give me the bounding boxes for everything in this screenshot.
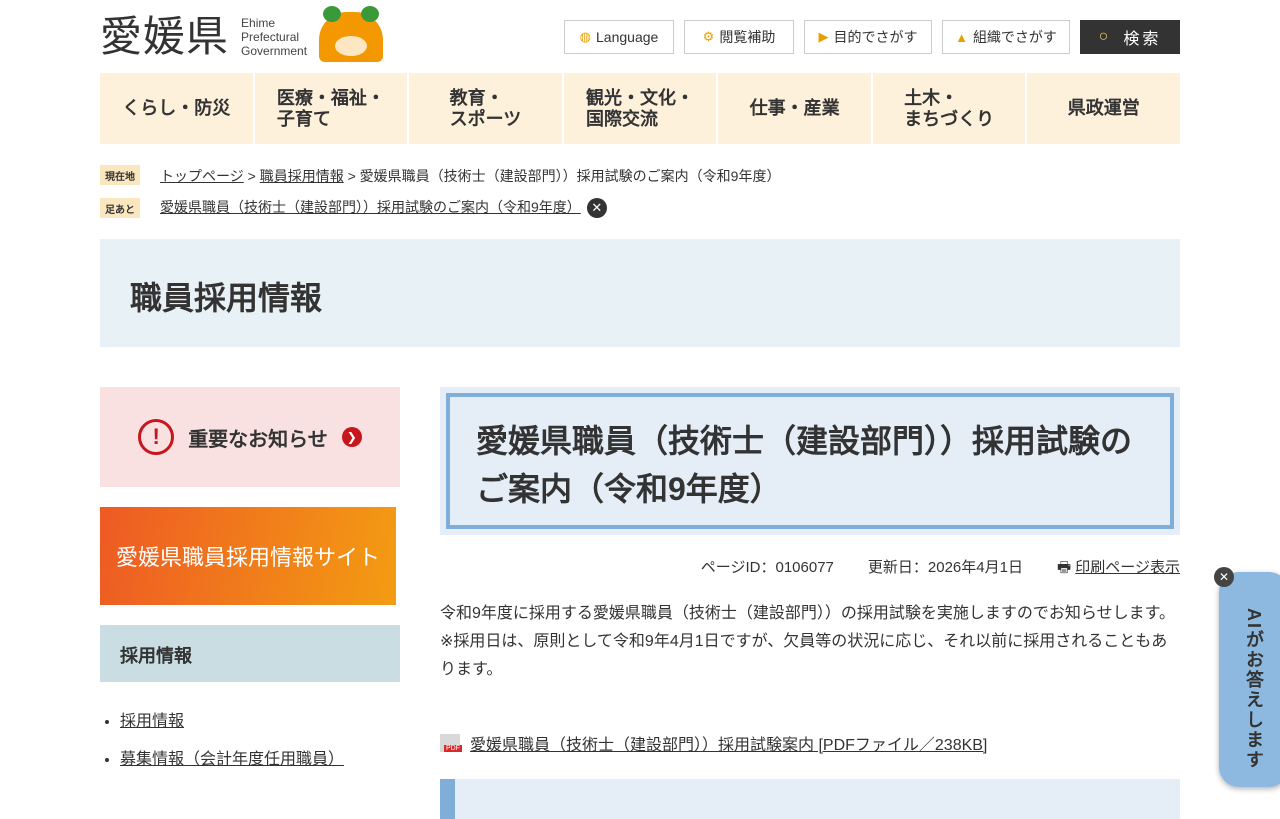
nav-item[interactable]: 県政運営: [1027, 73, 1181, 144]
logo-en-line: Prefectural: [241, 30, 300, 44]
globe-icon: ◍: [579, 29, 592, 44]
pdf-icon: PDF: [440, 734, 462, 752]
sidebar-link[interactable]: 採用情報: [120, 713, 184, 730]
sidebar-link[interactable]: 募集情報（会計年度任用職員）: [120, 751, 344, 768]
search-by-purpose-button[interactable]: ▶ 目的でさがす: [804, 20, 932, 54]
button-label: 目的でさがす: [833, 29, 918, 45]
page-title: 愛媛県職員（技術士（建設部門））採用試験のご案内（令和9年度）: [446, 393, 1174, 529]
page-title-box: 愛媛県職員（技術士（建設部門））採用試験のご案内（令和9年度）: [440, 387, 1180, 535]
button-label: 組織でさがす: [972, 29, 1057, 45]
gear-icon: ⚙: [702, 29, 715, 44]
org-chart-icon: ▲: [955, 29, 968, 45]
logo-en-line: Ehime: [241, 16, 276, 30]
button-label: Language: [596, 29, 659, 45]
breadcrumb: トップページ > 職員採用情報 > 愛媛県職員（技術士（建設部門））採用試験のご…: [160, 166, 780, 186]
printer-icon: 🖶: [1056, 559, 1072, 576]
logo-en-line: Government: [241, 44, 308, 58]
recruit-site-banner[interactable]: 愛媛県職員採用情報サイト: [100, 507, 396, 605]
updated-date: 更新日：2026年4月1日: [867, 559, 1023, 576]
nav-item[interactable]: 仕事・産業: [718, 73, 871, 144]
exclamation-icon: !: [138, 419, 175, 455]
global-nav: くらし・防災 医療・福祉・ 子育て 教育・ スポーツ 観光・文化・ 国際交流 仕…: [100, 73, 1181, 144]
language-button[interactable]: ◍ Language: [564, 20, 674, 54]
nav-item[interactable]: 観光・文化・ 国際交流: [563, 73, 717, 144]
footprint-tag: 足あと: [100, 198, 140, 218]
chevron-right-icon: ❯: [341, 427, 362, 447]
sidebar-heading: 採用情報: [100, 625, 400, 682]
page-meta: ページID：0106077 更新日：2026年4月1日 🖶 印刷ページ表示: [701, 556, 1180, 582]
section-title: 職員採用情報: [100, 239, 1180, 347]
breadcrumb-sep: >: [347, 168, 356, 184]
list-item: 募集情報（会計年度任用職員）: [120, 741, 344, 779]
breadcrumb-current: 愛媛県職員（技術士（建設部門））採用試験のご案内（令和9年度）: [359, 168, 781, 184]
list-item: 採用情報: [120, 703, 344, 741]
search-label: 検索: [1123, 31, 1162, 48]
close-icon[interactable]: ✕: [586, 198, 607, 219]
paragraph: 令和9年度に採用する愛媛県職員（技術士（建設部門））の採用試験を実施しますのでお…: [440, 605, 1175, 622]
breadcrumb-tag: 現在地: [100, 165, 140, 185]
footprint-link[interactable]: 愛媛県職員（技術士（建設部門））採用試験のご案内（令和9年度）: [160, 199, 581, 215]
accessibility-button[interactable]: ⚙ 閲覧補助: [684, 20, 794, 54]
search-button[interactable]: ○ 検索: [1080, 20, 1180, 54]
logo-kanji: 愛媛県: [100, 12, 230, 61]
flag-icon: ▶: [818, 29, 829, 44]
button-label: 閲覧補助: [719, 29, 776, 45]
search-by-organization-button[interactable]: ▲ 組織でさがす: [942, 20, 1070, 54]
notice-label: 重要なお知らせ: [188, 428, 328, 451]
breadcrumb-link[interactable]: トップページ: [160, 168, 244, 184]
page-id: ページID：0106077: [700, 559, 834, 576]
footprint: 愛媛県職員（技術士（建設部門））採用試験のご案内（令和9年度） ✕: [160, 197, 607, 219]
important-notice-link[interactable]: ! 重要なお知らせ ❯: [100, 387, 400, 487]
breadcrumb-sep: >: [247, 168, 256, 184]
close-icon[interactable]: ✕: [1214, 567, 1234, 587]
nav-item[interactable]: 教育・ スポーツ: [409, 73, 562, 144]
pdf-link-row: PDF 愛媛県職員（技術士（建設部門））採用試験案内 [PDFファイル／238K…: [440, 731, 987, 755]
search-icon: ○: [1098, 28, 1112, 45]
body-text: 令和9年度に採用する愛媛県職員（技術士（建設部門））の採用試験を実施しますのでお…: [440, 600, 1180, 684]
banner-text: 愛媛県職員採用情報サイト: [115, 546, 380, 571]
ai-assistant-button[interactable]: AIがお答えします: [1219, 572, 1280, 787]
mascot-image: [319, 6, 384, 62]
section-heading: [440, 779, 1180, 819]
nav-item[interactable]: くらし・防災: [100, 73, 253, 144]
sidebar-links: 採用情報 募集情報（会計年度任用職員）: [120, 703, 344, 779]
site-logo[interactable]: 愛媛県 Ehime Prefectural Government: [100, 6, 384, 62]
pdf-link[interactable]: 愛媛県職員（技術士（建設部門））採用試験案内 [PDFファイル／238KB]: [470, 731, 987, 755]
print-label[interactable]: 印刷ページ表示: [1075, 559, 1180, 576]
nav-item[interactable]: 土木・ まちづくり: [872, 73, 1026, 144]
nav-item[interactable]: 医療・福祉・ 子育て: [254, 73, 408, 144]
paragraph: ※採用日は、原則として令和9年4月1日ですが、欠員等の状況に応じ、それ以前に採用…: [440, 633, 1168, 678]
print-link[interactable]: 🖶 印刷ページ表示: [1057, 556, 1180, 582]
breadcrumb-link[interactable]: 職員採用情報: [260, 168, 344, 184]
logo-english: Ehime Prefectural Government: [241, 16, 307, 58]
